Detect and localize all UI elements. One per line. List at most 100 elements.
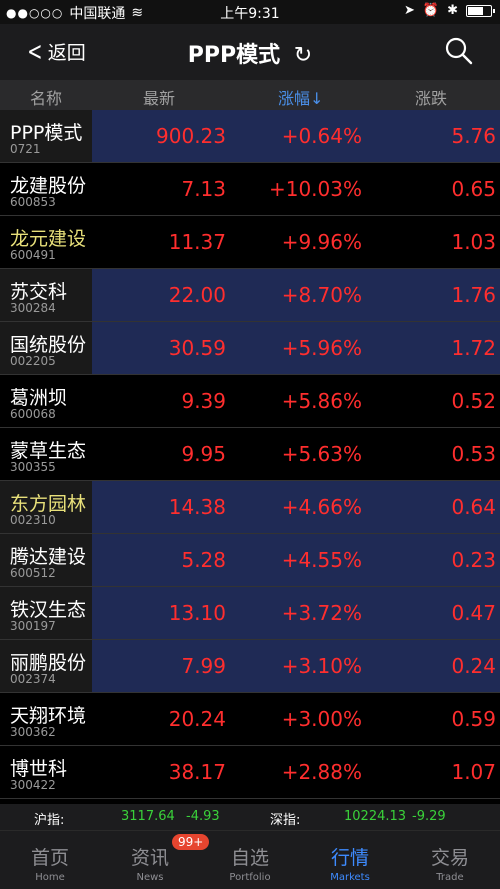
stock-name: 天翔环境 (10, 705, 87, 727)
table-row[interactable]: 博世科 300422 38.17 +2.88% 1.07 (0, 746, 500, 799)
stock-latest: 20.24 (168, 707, 226, 731)
nav-bar: < 返回 PPP模式 ↻ (0, 24, 500, 80)
table-row[interactable]: 蒙草生态 300355 9.95 +5.63% 0.53 (0, 428, 500, 481)
stock-code: 300422 (10, 778, 56, 792)
stock-latest: 13.10 (168, 601, 226, 625)
stock-name: 博世科 (10, 758, 68, 780)
bluetooth-icon: ✱ (447, 3, 458, 18)
tab-sublabel: Portfolio (229, 872, 271, 883)
stock-name: 国统股份 (10, 334, 87, 356)
stock-name: 铁汉生态 (10, 599, 87, 621)
stock-latest: 30.59 (168, 336, 226, 360)
stock-code: 002374 (10, 672, 56, 686)
stock-pct-change: +4.66% (281, 495, 362, 519)
tab-home[interactable]: 首页 Home (0, 831, 100, 889)
stock-code: 600512 (10, 566, 56, 580)
table-row[interactable]: 天翔环境 300362 20.24 +3.00% 0.59 (0, 693, 500, 746)
stock-name: 葛洲坝 (10, 387, 68, 409)
stock-code: 300197 (10, 619, 56, 633)
sz-index-change: -9.29 (412, 809, 446, 824)
tab-sublabel: News (136, 872, 164, 883)
stock-latest: 7.99 (181, 654, 226, 678)
stock-list: PPP模式 0721 900.23 +0.64% 5.76 龙建股份 600853 7.… (0, 110, 500, 799)
stock-name: 龙建股份 (10, 175, 87, 197)
stock-pct-change: +5.63% (281, 442, 362, 466)
search-icon[interactable] (444, 36, 474, 66)
stock-code: 002205 (10, 354, 56, 368)
stock-pct-change: +5.86% (281, 389, 362, 413)
tab-label: 首页 (30, 847, 69, 869)
stock-name: 龙元建设 (10, 228, 87, 250)
table-row[interactable]: 丽鹏股份 002374 7.99 +3.10% 0.24 (0, 640, 500, 693)
stock-name: 丽鹏股份 (10, 652, 87, 674)
tab-markets[interactable]: 行情 Markets (300, 831, 400, 889)
stock-change: 0.52 (451, 389, 496, 413)
sz-index-label: 深指: (270, 813, 301, 828)
tab-bar: 首页 Home 资讯 News 自选 Portfolio 行情 Markets … (0, 830, 500, 889)
stock-change: 0.64 (451, 495, 496, 519)
table-row[interactable]: 葛洲坝 600068 9.39 +5.86% 0.52 (0, 375, 500, 428)
news-badge: 99+ (172, 834, 210, 850)
stock-code: 0721 (10, 142, 41, 156)
stock-pct-change: +3.00% (281, 707, 362, 731)
stock-change: 1.03 (451, 230, 496, 254)
tab-label: 自选 (230, 847, 269, 869)
stock-name: 腾达建设 (10, 546, 87, 568)
stock-change: 0.59 (451, 707, 496, 731)
table-row[interactable]: 苏交科 300284 22.00 +8.70% 1.76 (0, 269, 500, 322)
stock-latest: 5.28 (181, 548, 226, 572)
stock-pct-change: +3.72% (281, 601, 362, 625)
index-ticker[interactable]: 沪指: 3117.64 -4.93 深指: 10224.13 -9.29 (0, 804, 500, 830)
table-row[interactable]: 龙建股份 600853 7.13 +10.03% 0.65 (0, 163, 500, 216)
column-name[interactable]: 名称 (30, 85, 62, 109)
stock-pct-change: +8.70% (281, 283, 362, 307)
table-row[interactable]: 国统股份 002205 30.59 +5.96% 1.72 (0, 322, 500, 375)
column-pct-change-sorted[interactable]: 涨幅↓ (278, 85, 323, 109)
column-change[interactable]: 涨跌 (415, 85, 447, 109)
sh-index-label: 沪指: (34, 813, 65, 828)
stock-code: 600491 (10, 248, 56, 262)
stock-code: 300362 (10, 725, 56, 739)
stock-pct-change: +5.96% (281, 336, 362, 360)
column-latest[interactable]: 最新 (143, 85, 175, 109)
stock-name: 东方园林 (10, 493, 87, 515)
stock-pct-change: +0.64% (281, 124, 362, 148)
sz-index-value: 10224.13 (344, 809, 407, 824)
stock-change: 0.65 (451, 177, 496, 201)
tab-sublabel: Trade (436, 872, 464, 883)
tab-portfolio[interactable]: 自选 Portfolio (200, 831, 300, 889)
sh-index-value: 3117.64 (121, 809, 175, 824)
table-row[interactable]: 龙元建设 600491 11.37 +9.96% 1.03 (0, 216, 500, 269)
stock-latest: 38.17 (168, 760, 226, 784)
tab-trade[interactable]: 交易 Trade (400, 831, 500, 889)
stock-latest: 7.13 (181, 177, 226, 201)
stock-change: 1.76 (451, 283, 496, 307)
stock-latest: 14.38 (168, 495, 226, 519)
table-row[interactable]: PPP模式 0721 900.23 +0.64% 5.76 (0, 110, 500, 163)
table-row[interactable]: 铁汉生态 300197 13.10 +3.72% 0.47 (0, 587, 500, 640)
stock-pct-change: +2.88% (281, 760, 362, 784)
stock-change: 0.24 (451, 654, 496, 678)
stock-code: 002310 (10, 513, 56, 527)
stock-name: 苏交科 (10, 281, 68, 303)
tab-label: 行情 (330, 847, 369, 869)
refresh-icon[interactable]: ↻ (294, 43, 312, 68)
location-icon: ➤ (404, 3, 415, 18)
table-row[interactable]: 腾达建设 600512 5.28 +4.55% 0.23 (0, 534, 500, 587)
table-row[interactable]: 东方园林 002310 14.38 +4.66% 0.64 (0, 481, 500, 534)
stock-name: 蒙草生态 (10, 440, 87, 462)
stock-change: 1.72 (451, 336, 496, 360)
stock-change: 0.47 (451, 601, 496, 625)
stock-latest: 900.23 (156, 124, 226, 148)
stock-latest: 22.00 (168, 283, 226, 307)
stock-pct-change: +3.10% (281, 654, 362, 678)
column-header: 名称 最新 涨幅↓ 涨跌 (0, 80, 500, 110)
stock-change: 1.07 (451, 760, 496, 784)
stock-latest: 11.37 (168, 230, 226, 254)
battery-icon (466, 4, 495, 17)
stock-pct-change: +4.55% (281, 548, 362, 572)
page-title-text: PPP模式 (187, 43, 281, 68)
stock-pct-change: +9.96% (281, 230, 362, 254)
stock-code: 600853 (10, 195, 56, 209)
stock-change: 5.76 (451, 124, 496, 148)
